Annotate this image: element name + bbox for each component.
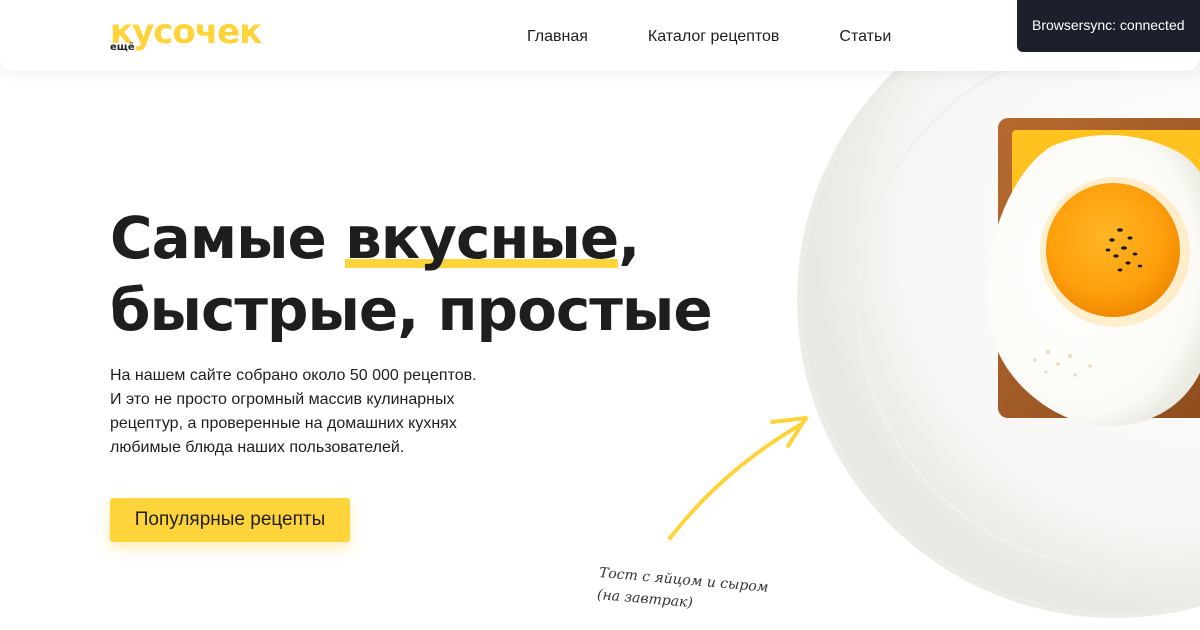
hand-drawn-arrow-icon xyxy=(668,416,808,540)
hero-title-line2: быстрые, простые xyxy=(110,276,713,344)
nav-link-home[interactable]: Главная xyxy=(527,27,588,47)
hero-title-start: Самые xyxy=(110,204,346,272)
hero-description: На нашем сайте собрано около 50 000 реце… xyxy=(110,364,520,460)
photo-caption: Тост с яйцом и сыром (на завтрак) xyxy=(596,562,809,624)
hero-description-line: любимые блюда наших пользователей. xyxy=(110,439,405,456)
hero-toast-egg-image xyxy=(797,60,1200,618)
main-nav: Главная Каталог рецептов Статьи xyxy=(527,27,891,47)
site-logo[interactable]: кусочек ещё xyxy=(110,12,310,60)
nav-link-recipe-catalog[interactable]: Каталог рецептов xyxy=(648,27,780,47)
hero-title-highlight: вкусные xyxy=(345,204,619,272)
hero-title: Самые вкусные, быстрые, простые xyxy=(110,202,713,346)
hero-description-line: На нашем сайте собрано около 50 000 реце… xyxy=(110,367,477,384)
hero-description-line: рецептур, а проверенные на домашних кухн… xyxy=(110,415,457,432)
popular-recipes-button[interactable]: Популярные рецепты xyxy=(110,498,350,542)
nav-link-articles[interactable]: Статьи xyxy=(839,27,891,47)
browsersync-badge: Browsersync: connected xyxy=(1017,0,1200,52)
hero-title-comma: , xyxy=(618,204,640,272)
hero-description-line: И это не просто огромный массив кулинарн… xyxy=(110,391,455,408)
logo-small-text: ещё xyxy=(110,42,135,53)
